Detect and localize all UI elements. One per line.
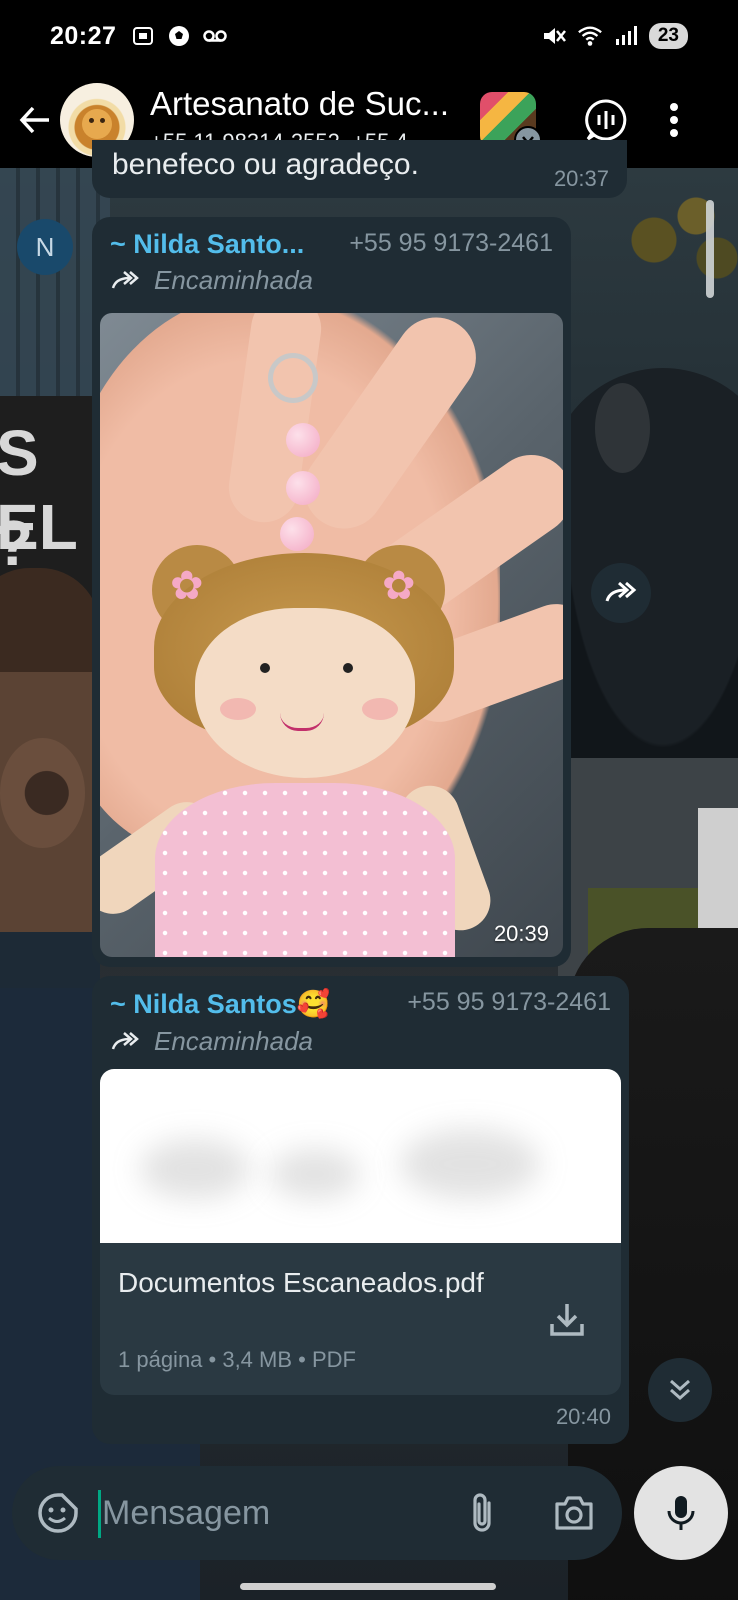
forwarded-indicator: Encaminhada bbox=[110, 1026, 313, 1057]
message-bubble-document[interactable]: ~ Nilda Santos🥰 +55 95 9173-2461 Encamin… bbox=[92, 976, 629, 1444]
document-preview bbox=[100, 1069, 621, 1243]
sticker-button[interactable] bbox=[32, 1487, 84, 1539]
forwarded-label: Encaminhada bbox=[154, 1026, 313, 1056]
forward-button[interactable] bbox=[591, 563, 651, 623]
forward-icon bbox=[111, 270, 139, 288]
scroll-to-bottom-button[interactable] bbox=[648, 1358, 712, 1422]
message-time: 20:39 bbox=[493, 921, 549, 946]
sender-phone: +55 95 9173-2461 bbox=[349, 229, 553, 257]
document-name: Documentos Escaneados.pdf bbox=[118, 1267, 484, 1298]
voice-chat-icon bbox=[585, 99, 627, 141]
forwarded-label: Encaminhada bbox=[154, 265, 313, 295]
back-button[interactable] bbox=[10, 90, 60, 150]
message-bubble-previous[interactable]: benefeco ou agradeço. 20:37 bbox=[92, 140, 627, 198]
more-options-button[interactable] bbox=[654, 92, 694, 148]
message-composer bbox=[12, 1466, 622, 1560]
paperclip-icon bbox=[473, 1493, 491, 1532]
chat-title: Artesanato de Suc... bbox=[150, 85, 450, 122]
microphone-icon bbox=[667, 1496, 695, 1530]
sender-name[interactable]: ~ Nilda Santos🥰 bbox=[110, 988, 330, 1020]
forwarded-indicator: Encaminhada bbox=[110, 265, 313, 296]
home-indicator[interactable] bbox=[240, 1583, 496, 1590]
more-vertical-icon bbox=[670, 103, 678, 137]
screen-record-icon bbox=[130, 23, 156, 49]
status-bar: 20:27 23 bbox=[0, 0, 738, 72]
camera-icon bbox=[555, 1496, 593, 1530]
message-text: benefeco ou agradeço. bbox=[112, 148, 419, 181]
scrollbar[interactable] bbox=[706, 200, 714, 298]
battery-indicator: 23 bbox=[648, 23, 688, 49]
signal-icon bbox=[613, 23, 639, 49]
mute-icon bbox=[541, 23, 567, 49]
message-bubble-photo[interactable]: ~ Nilda Santo... +55 95 9173-2461 Encami… bbox=[92, 217, 571, 967]
text-cursor bbox=[98, 1490, 101, 1538]
sender-avatar[interactable]: N bbox=[17, 219, 73, 275]
avatar-letter: N bbox=[35, 231, 55, 262]
voice-message-button[interactable] bbox=[634, 1466, 728, 1560]
document-attachment[interactable]: Documentos Escaneados.pdf 1 página • 3,4… bbox=[100, 1069, 621, 1395]
message-time: 20:40 bbox=[555, 1404, 611, 1429]
sender-phone: +55 95 9173-2461 bbox=[407, 988, 611, 1016]
arrow-left-icon bbox=[19, 106, 49, 134]
double-chevron-down-icon bbox=[670, 1379, 690, 1401]
camera-button[interactable] bbox=[548, 1487, 600, 1539]
voicemail-icon bbox=[202, 23, 228, 49]
sender-name[interactable]: ~ Nilda Santo... bbox=[110, 229, 304, 260]
document-meta: 1 página • 3,4 MB • PDF bbox=[118, 1347, 356, 1372]
download-icon bbox=[550, 1304, 584, 1336]
message-input[interactable] bbox=[102, 1484, 432, 1542]
forward-icon bbox=[111, 1031, 139, 1049]
download-button[interactable] bbox=[545, 1297, 589, 1341]
attach-button[interactable] bbox=[456, 1487, 508, 1539]
message-time: 20:37 bbox=[553, 166, 609, 191]
status-time: 20:27 bbox=[50, 21, 117, 50]
wifi-icon bbox=[577, 23, 603, 49]
sticker-icon bbox=[38, 1493, 78, 1533]
soccer-ball-icon bbox=[166, 23, 192, 49]
forward-icon bbox=[605, 581, 637, 602]
photo-attachment[interactable]: ✿ ✿ 20:39 bbox=[100, 313, 563, 957]
